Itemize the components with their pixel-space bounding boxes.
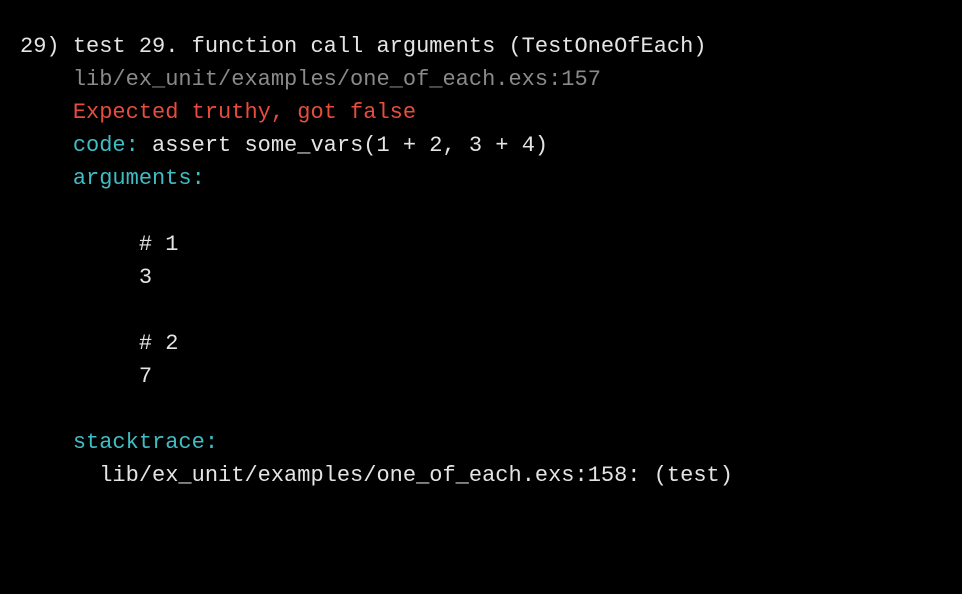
stacktrace-label-line: stacktrace: [20, 426, 942, 459]
arg2-value-line: 7 [20, 360, 942, 393]
error-message-line: Expected truthy, got false [20, 96, 942, 129]
arg1-label: # 1 [139, 232, 179, 257]
arg2-value: 7 [139, 364, 152, 389]
arg1-label-line: # 1 [20, 228, 942, 261]
arguments-label-line: arguments: [20, 162, 942, 195]
test-header-line: 29) test 29. function call arguments (Te… [20, 30, 942, 63]
stacktrace-label: stacktrace: [73, 430, 218, 455]
code-value: assert some_vars(1 + 2, 3 + 4) [139, 133, 548, 158]
stacktrace-value: lib/ex_unit/examples/one_of_each.exs:158… [99, 463, 733, 488]
blank-line [20, 195, 942, 228]
file-location-line: lib/ex_unit/examples/one_of_each.exs:157 [20, 63, 942, 96]
arg2-label: # 2 [139, 331, 179, 356]
blank-line [20, 393, 942, 426]
arg1-value-line: 3 [20, 261, 942, 294]
arguments-label: arguments: [73, 166, 205, 191]
file-location: lib/ex_unit/examples/one_of_each.exs:157 [73, 67, 601, 92]
code-label: code: [73, 133, 139, 158]
blank-line [20, 294, 942, 327]
arg2-label-line: # 2 [20, 327, 942, 360]
arg1-value: 3 [139, 265, 152, 290]
error-message: Expected truthy, got false [73, 100, 416, 125]
test-number: 29) [20, 34, 60, 59]
stacktrace-value-line: lib/ex_unit/examples/one_of_each.exs:158… [20, 459, 942, 492]
code-line: code: assert some_vars(1 + 2, 3 + 4) [20, 129, 942, 162]
test-title: test 29. function call arguments (TestOn… [73, 34, 707, 59]
